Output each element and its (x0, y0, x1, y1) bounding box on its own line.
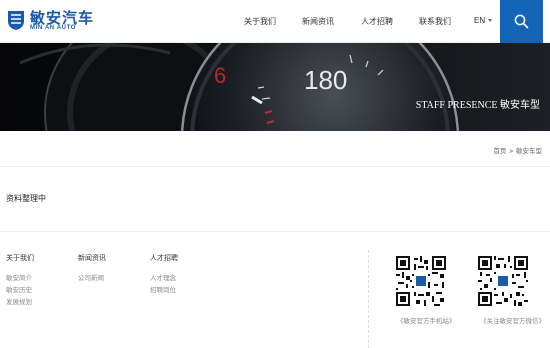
language-switch[interactable]: EN (474, 16, 493, 25)
qr-code-icon (396, 256, 446, 306)
search-button[interactable] (500, 0, 543, 43)
nav-contact[interactable]: 联系我们 (419, 16, 451, 27)
footer-link[interactable]: 敏安简介 (6, 272, 34, 284)
speed-readout: 180 (304, 65, 347, 95)
qr-caption-mobile: 《敏安官方手机站》 (397, 317, 456, 325)
language-label: EN (474, 16, 486, 25)
footer-col-title: 关于我们 (6, 254, 34, 262)
search-icon (514, 14, 529, 29)
footer-link[interactable]: 招聘岗位 (150, 284, 178, 296)
qr-caption-wechat: 《关注敏安官方微信》 (480, 317, 545, 325)
nav-careers[interactable]: 人才招聘 (361, 16, 393, 27)
gear-readout: 6 (214, 63, 226, 88)
speedometer-image: 180 6 (0, 43, 550, 131)
hero-banner: 180 6 STAFF PRESENCE 敏安车型 (0, 43, 550, 131)
divider (0, 231, 550, 232)
logo-text-en: MIN AN AUTO (30, 25, 77, 31)
chevron-down-icon (488, 19, 493, 23)
footer-col-careers: 人才招聘 人才理念 招聘岗位 (150, 253, 178, 296)
qr-code-icon (478, 256, 528, 306)
footer-link[interactable]: 发展规划 (6, 296, 34, 308)
footer-divider (368, 250, 369, 348)
logo-emblem-icon (8, 11, 24, 30)
content-placeholder-text: 资料整理中 (6, 194, 46, 203)
breadcrumb[interactable]: 首页 > 敏安车型 (493, 145, 542, 155)
footer-link[interactable]: 公司新闻 (78, 272, 106, 284)
footer-link[interactable]: 敏安历史 (6, 284, 34, 296)
nav-about[interactable]: 关于我们 (244, 16, 276, 27)
footer-link[interactable]: 人才理念 (150, 272, 178, 284)
nav-news[interactable]: 新闻资讯 (302, 16, 334, 27)
breadcrumb-bar: 首页 > 敏安车型 (0, 131, 550, 167)
banner-caption: STAFF PRESENCE 敏安车型 (415, 100, 540, 111)
site-header: 敏安汽车 MIN AN AUTO 关于我们 新闻资讯 人才招聘 联系我们 EN (0, 0, 550, 43)
footer-col-title: 新闻资讯 (78, 254, 106, 262)
footer-col-title: 人才招聘 (150, 254, 178, 262)
logo[interactable]: 敏安汽车 MIN AN AUTO (6, 8, 96, 34)
footer-col-about: 关于我们 敏安简介 敏安历史 发展规划 (6, 253, 34, 308)
footer-col-news: 新闻资讯 公司新闻 (78, 253, 106, 284)
